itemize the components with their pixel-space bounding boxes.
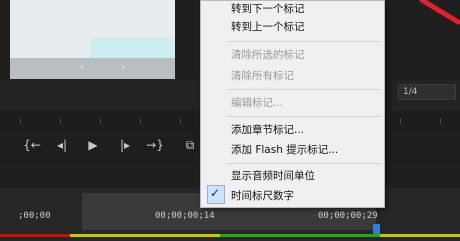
mark-in-button[interactable]: {← — [22, 138, 42, 152]
step-back-button[interactable]: ◂| — [52, 138, 72, 152]
preview-next-arrow-icon: › — [121, 62, 125, 73]
timecode-end: 00;00;00;29 — [318, 211, 378, 221]
menu-item-clear-selected-markers[interactable]: 清除所选的标记 — [231, 47, 305, 62]
preview-prev-arrow-icon: ‹ — [80, 62, 84, 73]
checkmark-icon: ✓ — [210, 186, 221, 200]
export-frame-button[interactable]: ⧉ — [180, 138, 200, 153]
marker-context-menu: 转到下一个标记 转到上一个标记 清除所选的标记 清除所有标记 编辑标记... 添… — [200, 0, 385, 208]
preview-footer-bar — [10, 58, 175, 79]
menu-item-edit-marker[interactable]: 编辑标记... — [231, 95, 283, 110]
red-annotation-stroke — [419, 0, 460, 25]
menu-separator — [227, 163, 381, 164]
program-monitor-preview: ‹ › — [10, 0, 175, 79]
timecode-mid: 00;00;00;14 — [155, 211, 215, 221]
ruler-tick — [180, 118, 181, 124]
menu-separator — [227, 41, 381, 42]
menu-item-clear-all-markers[interactable]: 清除所有标记 — [231, 68, 294, 83]
menu-item-time-ruler-numbers[interactable]: 时间标尺数字 — [231, 188, 294, 203]
render-bar-red — [0, 234, 70, 237]
ruler-tick — [140, 118, 141, 124]
preview-button-shape — [90, 38, 175, 60]
monitor-control-strip — [0, 79, 200, 109]
step-forward-button[interactable]: |▸ — [115, 138, 135, 152]
mark-out-button[interactable]: →} — [145, 138, 165, 152]
ruler-tick — [60, 118, 61, 124]
ruler-tick — [100, 118, 101, 124]
ruler-tick — [400, 118, 401, 124]
timecode-start: ;00;00 — [18, 211, 51, 221]
menu-item-add-flash-cue-marker[interactable]: 添加 Flash 提示标记... — [231, 142, 338, 157]
menu-item-go-prev-marker[interactable]: 转到上一个标记 — [231, 19, 305, 34]
menu-item-show-audio-time-units[interactable]: 显示音频时间单位 — [231, 168, 315, 183]
menu-item-add-chapter-marker[interactable]: 添加章节标记... — [231, 122, 304, 137]
menu-item-go-next-marker[interactable]: 转到下一个标记 — [231, 1, 305, 16]
menu-separator — [227, 116, 381, 117]
resolution-dropdown[interactable]: 1/4 — [398, 84, 456, 100]
ruler-tick — [440, 118, 441, 124]
play-button[interactable]: ▶ — [83, 138, 103, 152]
menu-separator — [227, 89, 381, 90]
render-bar-green — [220, 234, 380, 237]
ruler-tick — [20, 118, 21, 124]
